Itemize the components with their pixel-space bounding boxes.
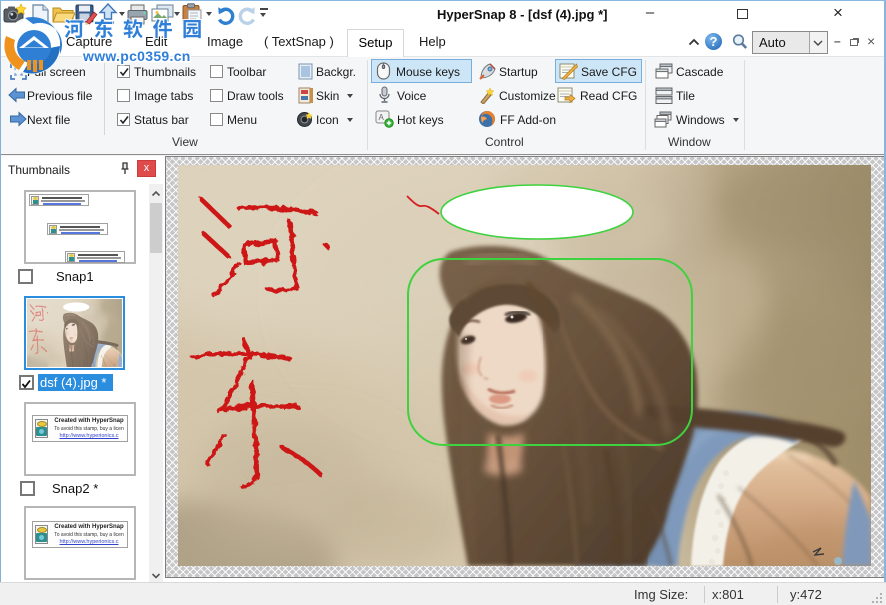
svg-text:A: A bbox=[379, 113, 385, 122]
